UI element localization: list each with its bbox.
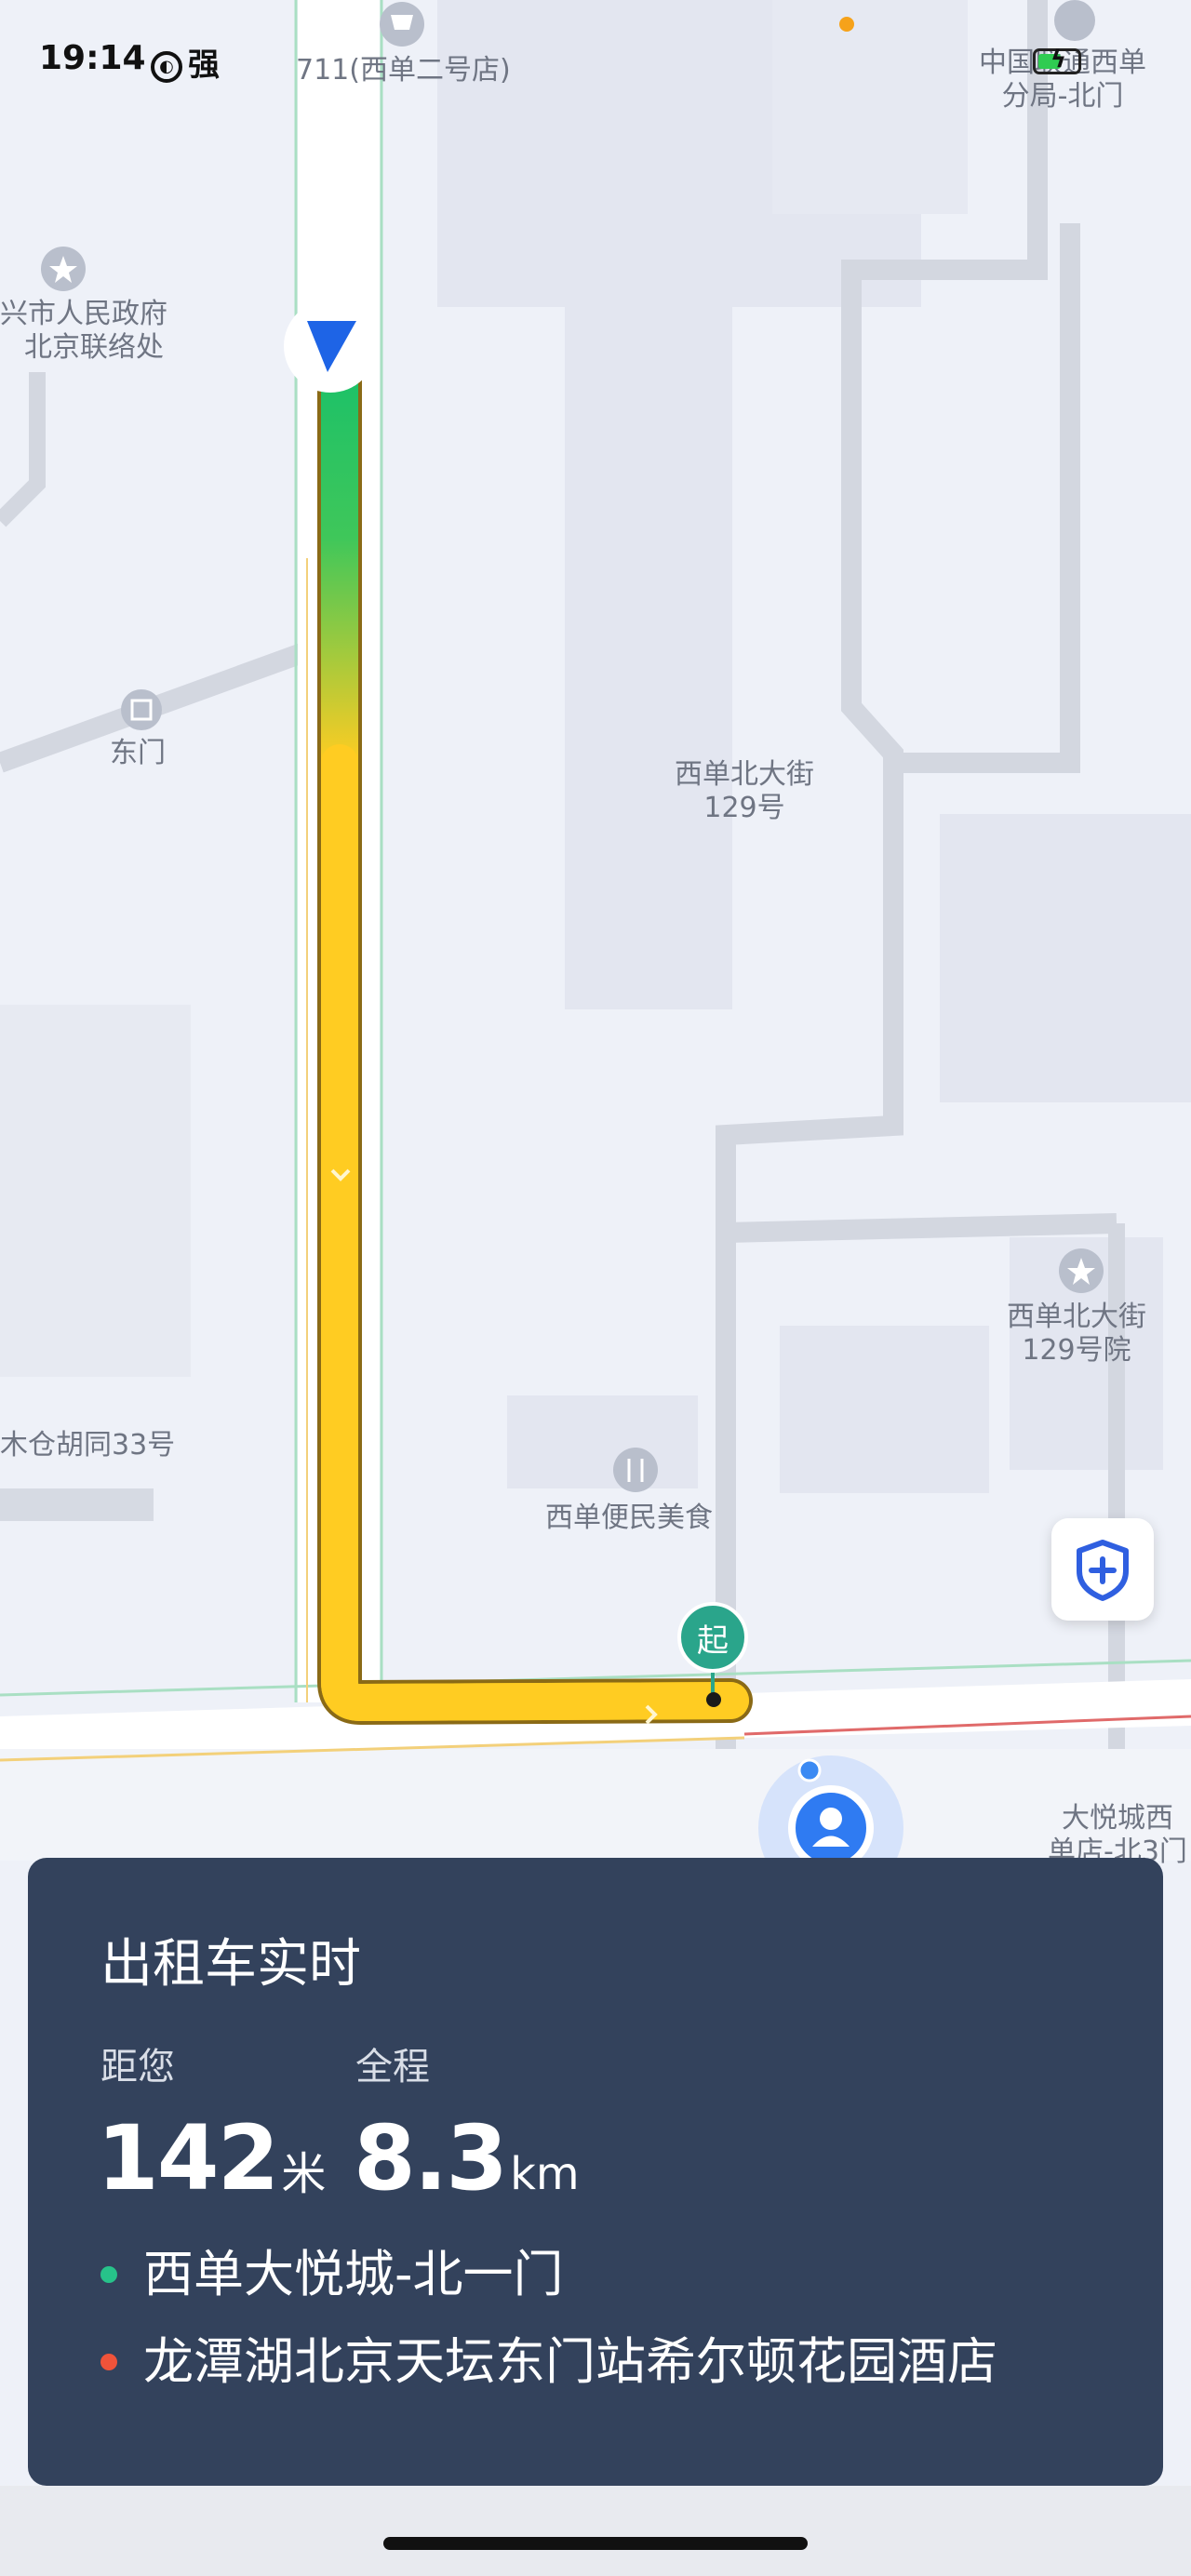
status-time: 19:14 [39, 39, 146, 77]
destination-dot-icon [100, 2354, 117, 2371]
total-unit: km [510, 2148, 580, 2200]
privacy-indicator-dot [839, 17, 854, 32]
total-readout: 8.3km [354, 2107, 580, 2236]
poi-hutong[interactable]: 木仓胡同33号 [0, 1429, 175, 1462]
signal-label: 强 [188, 47, 220, 84]
origin-row: 西单大悦城-北一门 [100, 2242, 564, 2307]
origin-text: 西单大悦城-北一门 [143, 2245, 564, 2303]
poi-street129[interactable]: 西单北大街 129号 [675, 758, 814, 825]
poi-gov-line2: 北京联络处 [24, 331, 164, 364]
gate-icon [121, 689, 162, 730]
poi-street129-line2: 129号 [703, 792, 785, 824]
poi-court129[interactable]: 西单北大街 129号院 [1007, 1301, 1146, 1368]
total-value: 8.3 [354, 2106, 508, 2210]
metro-icon [1054, 0, 1095, 41]
total-label: 全程 [355, 2046, 430, 2089]
poi-court129-line2: 129号院 [1022, 1334, 1131, 1367]
home-indicator[interactable] [383, 2537, 808, 2550]
poi-gov-line1: 兴市人民政府 [0, 298, 167, 330]
poi-court129-line1: 西单北大街 [1007, 1301, 1146, 1333]
card-title: 出租车实时 [100, 1934, 361, 1995]
signal-icon: ◐ [151, 50, 182, 83]
destination-row: 龙潭湖北京天坛东门站希尔顿花园酒店 [100, 2329, 997, 2395]
battery-icon: ϟ [1033, 46, 1081, 74]
bottom-area [0, 2486, 1191, 2576]
distance-value: 142 [97, 2106, 279, 2210]
origin-dot-icon [100, 2266, 117, 2284]
food-icon [613, 1448, 658, 1492]
distance-label: 距您 [100, 2046, 175, 2089]
poi-metro-line2: 分局-北门 [1001, 80, 1124, 113]
signal-indicator: ◐ 强 [151, 39, 220, 85]
shield-plus-icon [1077, 1540, 1129, 1601]
poi-gov[interactable]: 兴市人民政府 北京联络处 [0, 298, 167, 365]
trip-info-card[interactable]: 出租车实时 距您 全程 142米 8.3km 西单大悦城-北一门 龙潭湖北京天坛… [28, 1858, 1163, 2486]
destination-text: 龙潭湖北京天坛东门站希尔顿花园酒店 [143, 2332, 997, 2391]
distance-unit: 米 [281, 2148, 327, 2200]
distance-readout: 142米 [97, 2107, 326, 2236]
poi-street129-line1: 西单北大街 [675, 758, 814, 791]
poi-east-gate[interactable]: 东门 [110, 737, 166, 770]
poi-joycity-line1: 大悦城西 [1061, 1802, 1173, 1835]
poi-food[interactable]: 西单便民美食 [545, 1502, 713, 1535]
safety-center-button[interactable] [1051, 1518, 1154, 1621]
poi-shop[interactable]: 711(西单二号店) [296, 54, 511, 87]
start-marker[interactable]: 起 [677, 1602, 748, 1673]
